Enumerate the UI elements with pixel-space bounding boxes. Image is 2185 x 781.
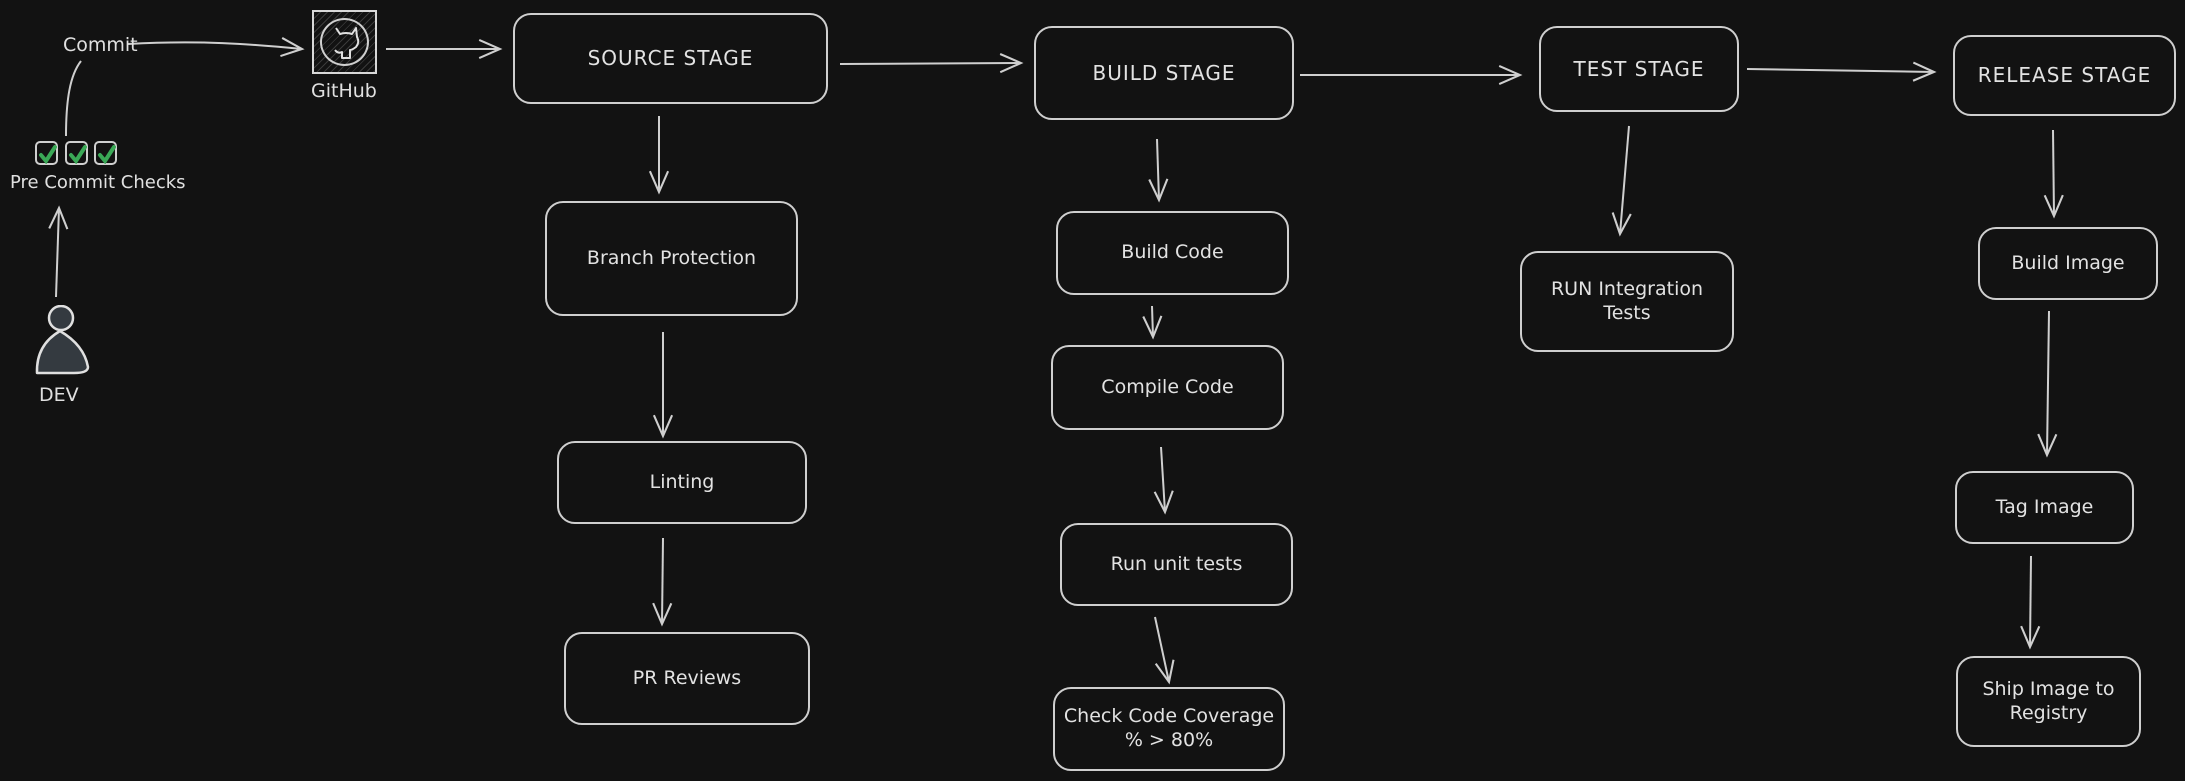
step-label: Ship Image to Registry [1982,677,2115,724]
arrow-buildimage-to-tag [2037,310,2058,458]
release-stage[interactable]: RELEASE STAGE [1953,35,2176,116]
step-branch-protection[interactable]: Branch Protection [545,201,798,316]
stage-title: BUILD STAGE [1092,60,1236,85]
step-label: Build Code [1121,241,1224,264]
step-label: Build Image [2011,251,2125,274]
github-label: GitHub [311,80,377,102]
line-precommit-to-commit [65,60,82,137]
pre-commit-checks-label: Pre Commit Checks [10,172,186,193]
dev-label: DEV [39,384,79,406]
arrow-compile-to-unit [1153,446,1174,515]
build-stage[interactable]: BUILD STAGE [1034,26,1294,120]
arrow-test-to-release [1746,61,1937,82]
arrow-buildcode-to-compile [1142,305,1163,340]
arrow-build-to-buildcode [1148,138,1169,203]
source-stage[interactable]: SOURCE STAGE [513,13,828,104]
step-label: Check Code Coverage % > 80% [1063,705,1275,751]
arrow-unit-to-coverage [1154,616,1175,685]
person-icon [35,305,90,375]
arrow-test-to-integration [1611,125,1632,237]
step-ship-image[interactable]: Ship Image to Registry [1956,656,2141,747]
step-linting[interactable]: Linting [557,441,807,524]
step-build-code[interactable]: Build Code [1056,211,1289,295]
arrow-dev-to-precommit [48,205,69,298]
arrow-linting-to-pr [652,537,673,627]
checkbox-checked-icon [94,141,117,165]
stage-title: RELEASE STAGE [1977,63,2152,87]
step-tag-image[interactable]: Tag Image [1955,471,2134,544]
step-check-code-coverage[interactable]: Check Code Coverage % > 80% [1053,687,1285,771]
step-run-unit-tests[interactable]: Run unit tests [1060,523,1293,606]
arrow-source-to-build [839,53,1024,74]
step-label: Compile Code [1101,375,1234,398]
step-label: PR Reviews [632,666,742,689]
arrow-release-to-buildimage [2043,129,2064,219]
step-pr-reviews[interactable]: PR Reviews [564,632,810,725]
test-stage[interactable]: TEST STAGE [1539,26,1739,112]
step-label: Linting [649,470,715,493]
commit-label: Commit [63,34,138,56]
arrow-commit-to-github [127,37,305,58]
step-label: Tag Image [1995,495,2094,518]
checkbox-checked-icon [35,141,58,165]
step-build-image[interactable]: Build Image [1978,227,2158,300]
arrow-tag-to-ship [2020,555,2041,650]
checkbox-checked-icon [65,141,88,165]
github-icon[interactable] [312,10,377,74]
stage-title: TEST STAGE [1573,56,1705,81]
step-label: Branch Protection [586,246,757,269]
step-label: RUN Integration Tests [1550,277,1704,324]
stage-title: SOURCE STAGE [587,46,754,70]
step-label: Run unit tests [1110,552,1243,575]
step-run-integration-tests[interactable]: RUN Integration Tests [1520,251,1734,352]
step-compile-code[interactable]: Compile Code [1051,345,1284,430]
